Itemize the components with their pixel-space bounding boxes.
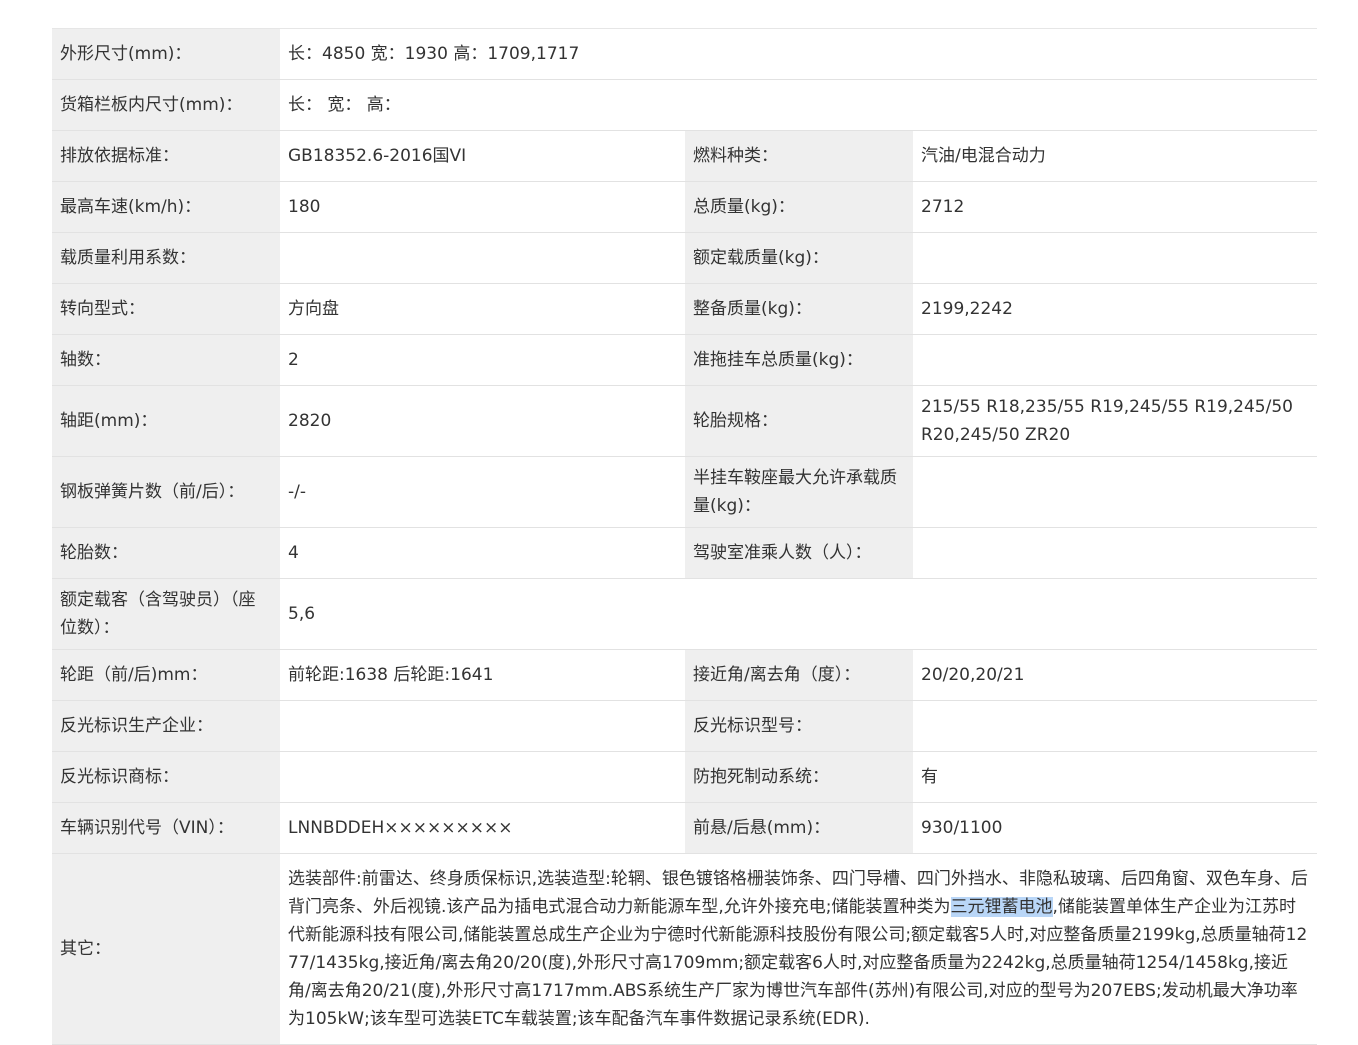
spec-label: 反光标识型号： xyxy=(685,700,913,752)
spec-label: 额定载客（含驾驶员）（座位数）： xyxy=(52,578,280,650)
spec-value: 前轮距:1638 后轮距:1641 xyxy=(280,649,685,701)
spec-label: 轴数： xyxy=(52,334,280,386)
spec-row-tires: 轮胎数： 4 驾驶室准乘人数（人）： xyxy=(52,527,1318,579)
spec-value: 5,6 xyxy=(280,578,1318,650)
spec-row-leaf-springs: 钢板弹簧片数（前/后）： -/- 半挂车鞍座最大允许承载质量(kg)： xyxy=(52,456,1318,528)
spec-label: 前悬/后悬(mm)： xyxy=(685,802,913,854)
spec-label: 车辆识别代号（VIN）： xyxy=(52,802,280,854)
spec-label: 额定载质量(kg)： xyxy=(685,232,913,284)
spec-label: 防抱死制动系统： xyxy=(685,751,913,803)
spec-row-steering: 转向型式： 方向盘 整备质量(kg)： 2199,2242 xyxy=(52,283,1318,335)
spec-value: 长：4850 宽：1930 高：1709,1717 xyxy=(280,29,1318,80)
spec-row-speed: 最高车速(km/h)： 180 总质量(kg)： 2712 xyxy=(52,181,1318,233)
spec-value xyxy=(913,232,1318,284)
spec-label: 转向型式： xyxy=(52,283,280,335)
spec-row-cargo-box: 货箱栏板内尺寸(mm)： 长： 宽： 高： xyxy=(52,79,1318,131)
spec-value: 2199,2242 xyxy=(913,283,1318,335)
spec-label: 货箱栏板内尺寸(mm)： xyxy=(52,79,280,131)
selected-text-highlight[interactable]: 三元锂蓄电池 xyxy=(950,897,1053,917)
spec-value xyxy=(280,751,685,803)
spec-row-axles: 轴数： 2 准拖挂车总质量(kg)： xyxy=(52,334,1318,386)
spec-row-wheelbase: 轴距(mm)： 2820 轮胎规格： 215/55 R18,235/55 R19… xyxy=(52,385,1318,457)
spec-label: 外形尺寸(mm)： xyxy=(52,29,280,80)
spec-value: 180 xyxy=(280,181,685,233)
spec-value: LNNBDDEH××××××××× xyxy=(280,802,685,854)
spec-value: 长： 宽： 高： xyxy=(280,79,1318,131)
spec-label: 接近角/离去角（度）： xyxy=(685,649,913,701)
spec-value: 2712 xyxy=(913,181,1318,233)
other-notes: 选装部件:前雷达、终身质保标识,选装造型:轮辋、银色镀铬格栅装饰条、四门导槽、四… xyxy=(280,853,1318,1045)
spec-value: GB18352.6-2016国VI xyxy=(280,130,685,182)
spec-value: 20/20,20/21 xyxy=(913,649,1318,701)
spec-label: 半挂车鞍座最大允许承载质量(kg)： xyxy=(685,456,913,528)
spec-label: 反光标识生产企业： xyxy=(52,700,280,752)
spec-label: 驾驶室准乘人数（人）： xyxy=(685,527,913,579)
spec-row-reflector-maker: 反光标识生产企业： 反光标识型号： xyxy=(52,700,1318,752)
spec-label: 反光标识商标： xyxy=(52,751,280,803)
spec-row-dimensions: 外形尺寸(mm)： 长：4850 宽：1930 高：1709,1717 xyxy=(52,29,1318,80)
spec-value: 4 xyxy=(280,527,685,579)
spec-label: 整备质量(kg)： xyxy=(685,283,913,335)
spec-value: 有 xyxy=(913,751,1318,803)
spec-label: 其它： xyxy=(52,853,280,1045)
spec-label: 排放依据标准： xyxy=(52,130,280,182)
spec-value: -/- xyxy=(280,456,685,528)
spec-label: 钢板弹簧片数（前/后）： xyxy=(52,456,280,528)
spec-label: 轮胎数： xyxy=(52,527,280,579)
spec-value xyxy=(280,700,685,752)
spec-value: 2820 xyxy=(280,385,685,457)
spec-value xyxy=(913,700,1318,752)
spec-table: 外形尺寸(mm)： 长：4850 宽：1930 高：1709,1717 货箱栏板… xyxy=(52,29,1318,1045)
spec-row-other: 其它： 选装部件:前雷达、终身质保标识,选装造型:轮辋、银色镀铬格栅装饰条、四门… xyxy=(52,853,1318,1045)
spec-label: 轮胎规格： xyxy=(685,385,913,457)
spec-label: 最高车速(km/h)： xyxy=(52,181,280,233)
spec-label: 轮距（前/后)mm： xyxy=(52,649,280,701)
spec-label: 燃料种类： xyxy=(685,130,913,182)
spec-row-track: 轮距（前/后)mm： 前轮距:1638 后轮距:1641 接近角/离去角（度）：… xyxy=(52,649,1318,701)
spec-row-load-factor: 载质量利用系数： 额定载质量(kg)： xyxy=(52,232,1318,284)
spec-value: 215/55 R18,235/55 R19,245/55 R19,245/50 … xyxy=(913,385,1318,457)
spec-row-seats: 额定载客（含驾驶员）（座位数）： 5,6 xyxy=(52,578,1318,650)
spec-value xyxy=(913,527,1318,579)
spec-label: 载质量利用系数： xyxy=(52,232,280,284)
spec-value xyxy=(280,232,685,284)
spec-value: 930/1100 xyxy=(913,802,1318,854)
spec-row-reflector-brand: 反光标识商标： 防抱死制动系统： 有 xyxy=(52,751,1318,803)
spec-row-emission: 排放依据标准： GB18352.6-2016国VI 燃料种类： 汽油/电混合动力 xyxy=(52,130,1318,182)
spec-sheet: 外形尺寸(mm)： 长：4850 宽：1930 高：1709,1717 货箱栏板… xyxy=(52,28,1318,1045)
spec-value xyxy=(913,456,1318,528)
spec-label: 准拖挂车总质量(kg)： xyxy=(685,334,913,386)
spec-label: 轴距(mm)： xyxy=(52,385,280,457)
spec-label: 总质量(kg)： xyxy=(685,181,913,233)
spec-value: 汽油/电混合动力 xyxy=(913,130,1318,182)
spec-value: 2 xyxy=(280,334,685,386)
spec-value: 方向盘 xyxy=(280,283,685,335)
spec-row-vin: 车辆识别代号（VIN）： LNNBDDEH××××××××× 前悬/后悬(mm)… xyxy=(52,802,1318,854)
spec-value xyxy=(913,334,1318,386)
